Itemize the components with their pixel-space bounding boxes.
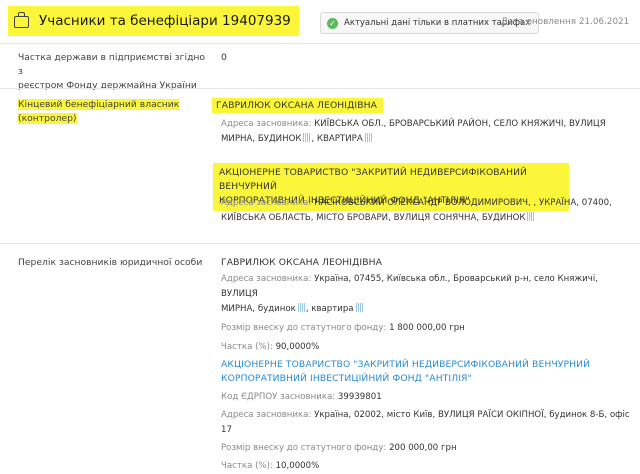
check-circle-icon: ✓	[327, 17, 338, 29]
divider	[0, 243, 640, 244]
update-date: Дата оновлення 21.06.2021	[501, 17, 630, 27]
founder-name-link[interactable]: АКЦІОНЕРНЕ ТОВАРИСТВО "ЗАКРИТИЙ НЕДИВЕРС…	[221, 358, 590, 386]
divider	[0, 88, 640, 89]
beneficiary-name: ГАВРИЛЮК ОКСАНА ЛЕОНІДІВНА	[212, 98, 383, 113]
founder-name: ГАВРИЛЮК ОКСАНА ЛЕОНІДІВНА	[221, 257, 382, 268]
briefcase-icon	[14, 12, 29, 28]
divider	[0, 43, 640, 44]
founders-label: Перелік засновників юридичної особи	[18, 257, 203, 268]
beneficiary-address: Адреса засновника: КИЇВСЬКА ОБЛ., БРОВАР…	[221, 119, 606, 144]
state-share-label: Частка держави в підприємстві згідно з р…	[18, 52, 206, 91]
state-share-value: 0	[221, 52, 227, 63]
masked-value-icon	[364, 133, 373, 142]
founder-details: Код ЄДРПОУ засновника: 39939801 Адреса з…	[221, 392, 630, 471]
beneficiary-item: ГАВРИЛЮК ОКСАНА ЛЕОНІДІВНА	[212, 97, 389, 115]
section-title-text: Учасники та бенефіціари 19407939	[39, 13, 291, 29]
beneficiary-address: Адреса засновника: НАСІКОВСЬКИЙ ОЛЕКСАНД…	[221, 198, 612, 223]
masked-value-icon	[297, 303, 306, 312]
masked-value-icon	[527, 212, 536, 221]
section-title: Учасники та бенефіціари 19407939	[8, 6, 299, 36]
beneficiary-label: Кінцевий бенефіціарний власник (контроле…	[18, 99, 180, 124]
masked-value-icon	[355, 303, 364, 312]
founder-details: Адреса засновника: Україна, 07455, Київс…	[221, 274, 598, 352]
